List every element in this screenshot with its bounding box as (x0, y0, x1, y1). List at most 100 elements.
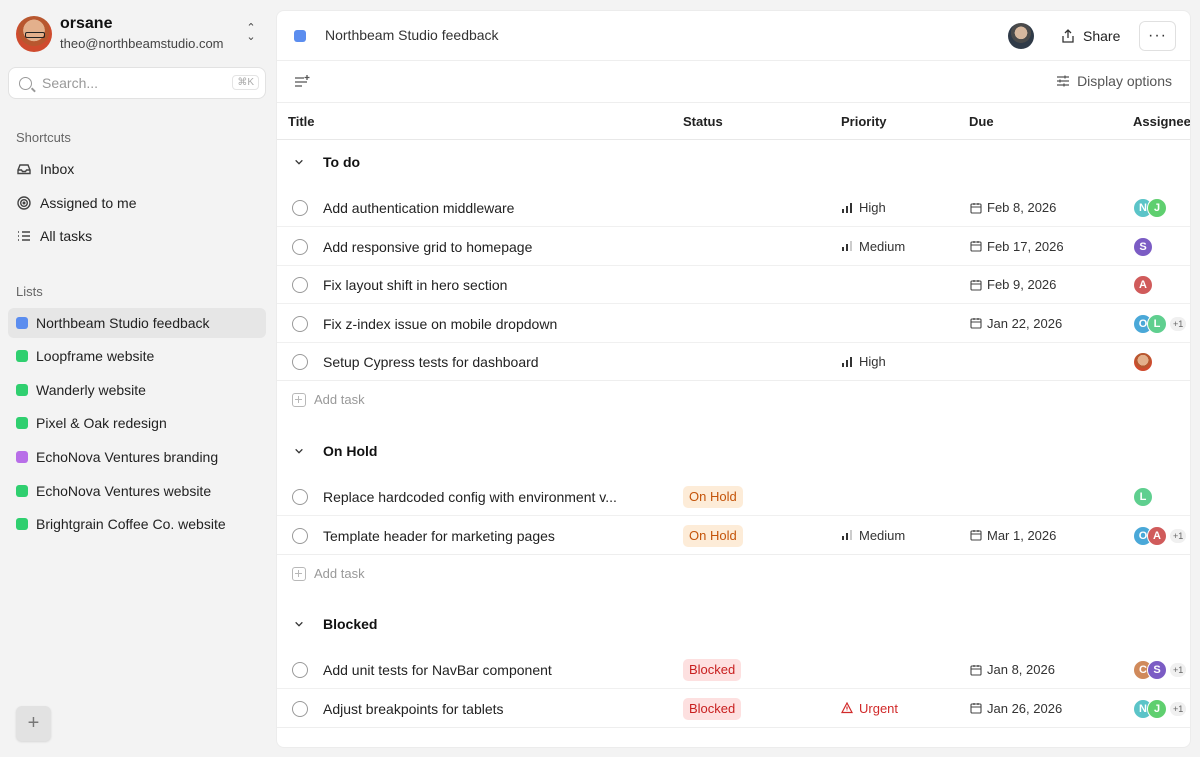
priority-cell[interactable]: Urgent (841, 701, 898, 716)
assignee-avatars[interactable]: NJ (1133, 198, 1167, 218)
plus-square-icon (292, 392, 306, 407)
task-checkbox[interactable] (292, 489, 308, 505)
sidebar-item-assigned-to-me[interactable]: Assigned to me (8, 188, 266, 218)
priority-cell[interactable]: High (841, 200, 886, 215)
task-checkbox[interactable] (292, 277, 308, 293)
chevron-down-icon[interactable] (294, 619, 304, 629)
sidebar-item-inbox[interactable]: Inbox (8, 154, 266, 184)
task-checkbox[interactable] (292, 662, 308, 678)
sidebar-list-item[interactable]: Northbeam Studio feedback (8, 308, 266, 338)
task-title[interactable]: Replace hardcoded config with environmen… (323, 489, 617, 505)
column-header-assignee[interactable]: Assignee (1133, 114, 1190, 129)
task-checkbox[interactable] (292, 700, 308, 717)
status-badge[interactable]: On Hold (683, 486, 743, 508)
add-task-button[interactable]: Add task (292, 566, 365, 581)
sidebar-list-item[interactable]: Brightgrain Coffee Co. website (8, 509, 266, 539)
priority-high-icon (842, 356, 852, 367)
add-list-button[interactable]: + (16, 706, 51, 741)
task-title[interactable]: Add unit tests for NavBar component (323, 662, 552, 678)
search-box[interactable]: ⌘K (8, 67, 266, 99)
status-badge[interactable]: Blocked (683, 659, 742, 681)
assignee-avatars[interactable] (1133, 352, 1153, 372)
avatar[interactable] (1008, 23, 1034, 49)
table-row[interactable]: Add unit tests for NavBar component Block… (277, 651, 1190, 689)
task-title[interactable]: Setup Cypress tests for dashboard (323, 354, 539, 370)
assignee-avatars[interactable]: L (1133, 487, 1153, 507)
table-row[interactable]: Replace hardcoded config with environmen… (277, 478, 1190, 516)
calendar-icon (970, 241, 982, 252)
table-row[interactable]: Template header for marketing pages On Ho… (277, 517, 1190, 555)
column-header-title[interactable]: Title (288, 114, 315, 129)
status-badge[interactable]: Blocked (683, 697, 742, 720)
chevron-down-icon[interactable] (294, 157, 304, 167)
add-task-label: Add task (314, 392, 365, 407)
more-options-button[interactable]: ··· (1139, 21, 1176, 51)
column-header-due[interactable]: Due (969, 114, 994, 129)
task-checkbox[interactable] (292, 527, 308, 544)
sidebar-list-item[interactable]: Pixel & Oak redesign (8, 408, 266, 438)
table-row[interactable]: Add responsive grid to homepage Medium Feb… (277, 228, 1190, 266)
avatar (16, 16, 52, 52)
due-date-label: Feb 9, 2026 (987, 277, 1057, 292)
column-header-priority[interactable]: Priority (841, 114, 887, 129)
add-task-button[interactable]: Add task (292, 392, 365, 407)
assignee-avatars[interactable]: O A +1 (1133, 525, 1187, 546)
table-row[interactable]: Adjust breakpoints for tablets Blocked Urg… (277, 690, 1190, 728)
table-row[interactable]: Add authentication middleware High Feb 8, … (277, 189, 1190, 227)
share-button[interactable]: Share (1061, 23, 1120, 49)
task-title[interactable]: Fix layout shift in hero section (323, 277, 507, 293)
group-header[interactable]: To do (277, 148, 1190, 176)
task-title[interactable]: Template header for marketing pages (323, 528, 555, 544)
assignee-avatars[interactable]: N J +1 (1133, 698, 1187, 719)
sidebar-list-item[interactable]: Wanderly website (8, 375, 266, 405)
due-date-cell[interactable]: Jan 8, 2026 (970, 662, 1055, 677)
task-title[interactable]: Fix z-index issue on mobile dropdown (323, 316, 557, 332)
sidebar-list-item[interactable]: EchoNova Ventures branding (8, 442, 266, 472)
group-header[interactable]: Blocked (277, 610, 1190, 638)
due-date-cell[interactable]: Feb 8, 2026 (970, 200, 1056, 215)
due-date-cell[interactable]: Mar 1, 2026 (970, 528, 1056, 543)
task-checkbox[interactable] (292, 315, 308, 332)
search-input[interactable] (42, 75, 212, 91)
group-header[interactable]: On Hold (277, 437, 1190, 465)
assignee-avatars[interactable]: C S +1 (1133, 660, 1187, 680)
table-row[interactable]: Fix layout shift in hero section Feb 9, 2… (277, 266, 1190, 304)
sidebar-list-item[interactable]: Loopframe website (8, 341, 266, 371)
due-date-label: Jan 26, 2026 (987, 700, 1063, 716)
sidebar-item-all-tasks[interactable]: All tasks (8, 221, 266, 251)
due-date-cell[interactable]: Feb 17, 2026 (970, 239, 1064, 254)
sidebar-item-label: All tasks (40, 228, 93, 244)
priority-cell[interactable]: Medium (841, 239, 905, 254)
task-checkbox[interactable] (292, 200, 308, 216)
assignee-avatars[interactable]: S (1133, 236, 1153, 257)
assignee-avatars[interactable]: A (1133, 275, 1153, 295)
due-date-cell[interactable]: Feb 9, 2026 (970, 277, 1056, 292)
due-date-cell[interactable]: Jan 22, 2026 (970, 316, 1062, 331)
chevron-down-icon[interactable] (294, 446, 304, 456)
sidebar-list-item[interactable]: EchoNova Ventures website (8, 476, 266, 506)
display-options-button[interactable]: Display options (1055, 73, 1172, 89)
list-color-swatch (294, 30, 306, 42)
task-title[interactable]: Add responsive grid to homepage (323, 239, 532, 255)
status-badge[interactable]: On Hold (683, 524, 743, 547)
task-title[interactable]: Adjust breakpoints for tablets (323, 701, 504, 717)
column-header-status[interactable]: Status (683, 114, 723, 129)
sidebar-item-label: Inbox (40, 161, 75, 177)
task-title[interactable]: Add authentication middleware (323, 200, 514, 216)
topbar: Northbeam Studio feedback Share ··· (277, 11, 1190, 61)
chevron-up-down-icon[interactable]: ⌃ ⌄ (243, 23, 259, 44)
table-row[interactable]: Setup Cypress tests for dashboard High (277, 343, 1190, 381)
task-checkbox[interactable] (292, 354, 308, 370)
table-row[interactable]: Fix z-index issue on mobile dropdown Jan … (277, 305, 1190, 343)
priority-cell[interactable]: High (841, 354, 886, 369)
group-title: Blocked (323, 616, 378, 632)
task-checkbox[interactable] (292, 238, 308, 255)
assignee-avatars[interactable]: O L +1 (1133, 313, 1187, 334)
sidebar-item-label: Loopframe website (36, 348, 155, 364)
priority-cell[interactable]: Medium (841, 528, 905, 543)
avatar: A (1133, 275, 1153, 295)
filter-icon[interactable] (293, 73, 311, 91)
group-title: To do (323, 154, 361, 170)
due-date-cell[interactable]: Jan 26, 2026 (970, 701, 1062, 716)
account-switcher[interactable]: orsane theo@northbeamstudio.com ⌃ ⌄ (16, 14, 261, 54)
